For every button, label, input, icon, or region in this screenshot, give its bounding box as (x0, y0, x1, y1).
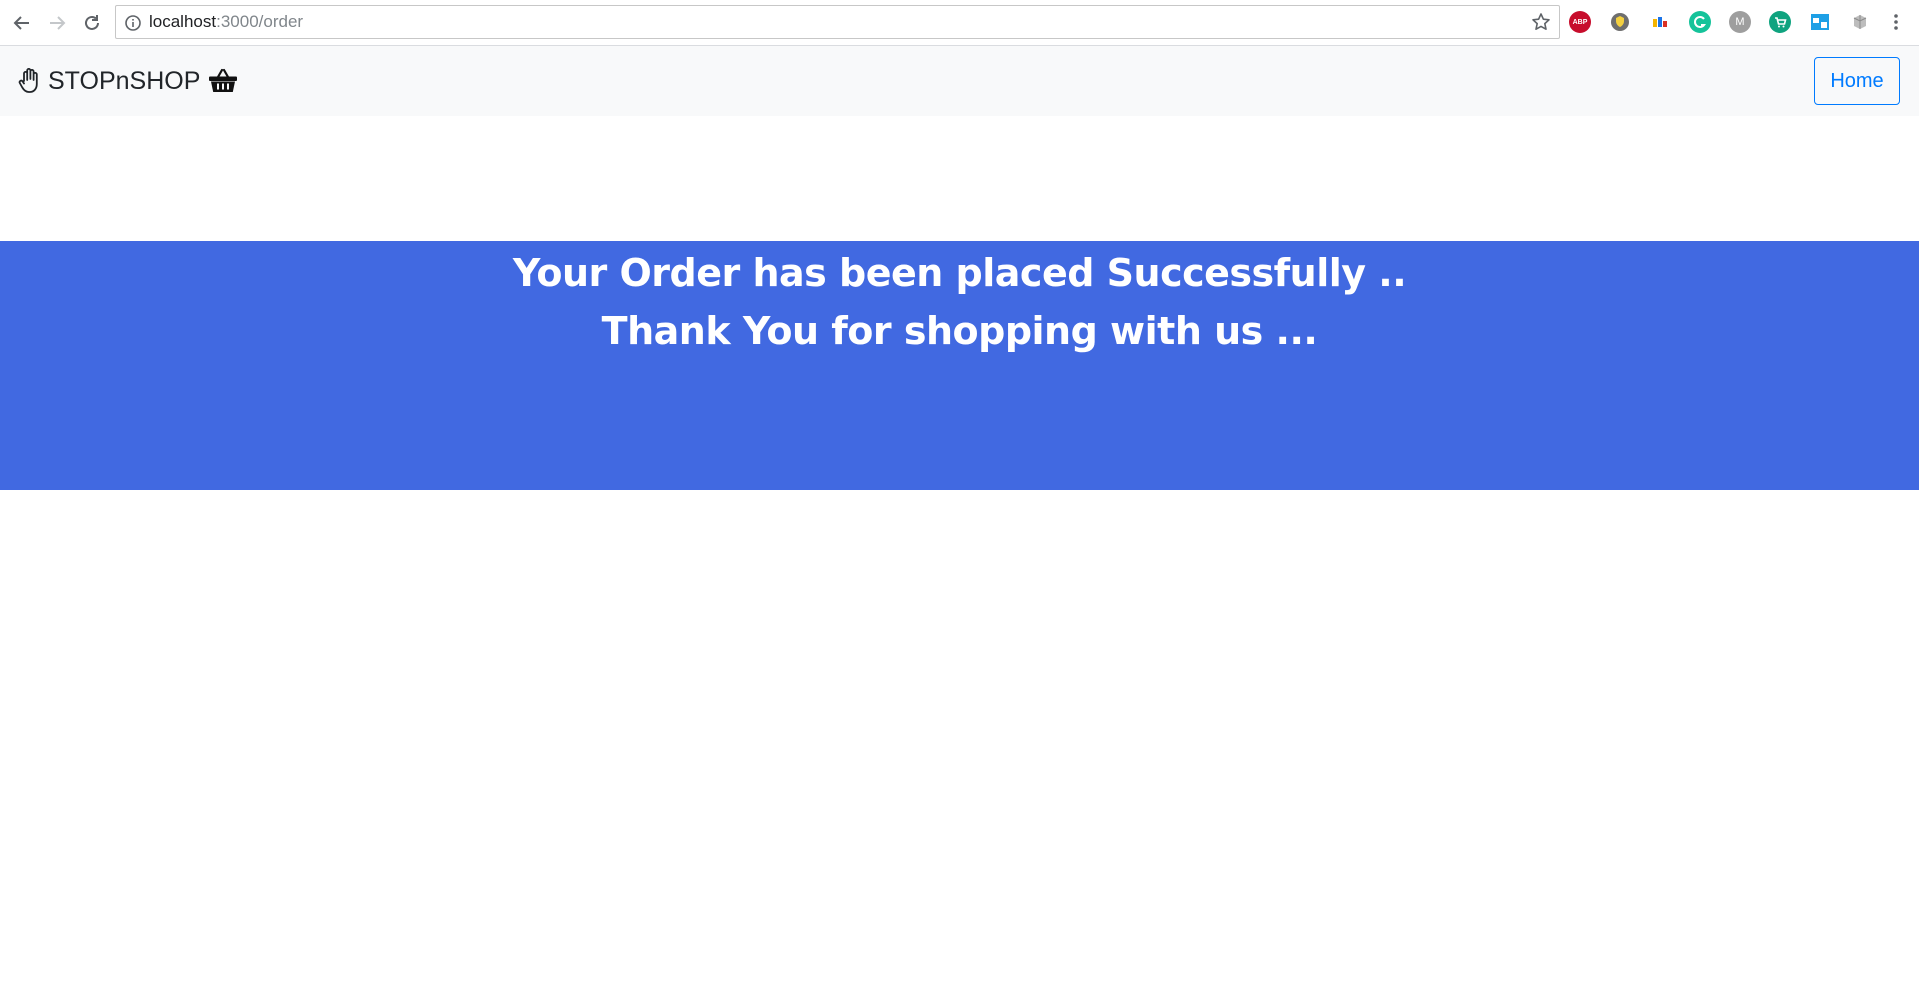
url-text: localhost:3000/order (149, 6, 303, 38)
forward-arrow-icon[interactable] (42, 8, 72, 38)
adblock-plus-icon[interactable]: ABP (1569, 11, 1591, 33)
order-success-banner: Your Order has been placed Successfully … (0, 241, 1919, 490)
kebab-menu-icon[interactable] (1885, 11, 1907, 33)
brand-link[interactable]: STOPnSHOP (18, 46, 238, 116)
url-path: :3000/order (216, 12, 304, 31)
back-arrow-icon[interactable] (7, 8, 37, 38)
bookmark-star-icon[interactable] (1531, 12, 1551, 32)
shopping-basket-icon (208, 68, 238, 94)
home-button[interactable]: Home (1814, 57, 1900, 105)
m-extension-icon[interactable]: M (1729, 11, 1751, 33)
browser-toolbar: localhost:3000/order ABP M (0, 0, 1919, 46)
thank-you-message: Thank You for shopping with us ... (601, 309, 1318, 353)
url-host: localhost (149, 12, 217, 31)
hand-icon (18, 67, 42, 95)
info-icon[interactable] (124, 14, 142, 32)
color-extension-icon[interactable] (1649, 11, 1671, 33)
puzzle-extension-icon[interactable] (1849, 11, 1871, 33)
grammarly-icon[interactable] (1689, 11, 1711, 33)
address-bar[interactable]: localhost:3000/order (115, 5, 1560, 39)
window-extension-icon[interactable] (1809, 11, 1831, 33)
reload-icon[interactable] (77, 8, 107, 38)
cart-extension-icon[interactable] (1769, 11, 1791, 33)
navbar: STOPnSHOP Home (0, 46, 1919, 116)
brand-name: STOPnSHOP (48, 66, 201, 95)
shield-extension-icon[interactable] (1609, 11, 1631, 33)
order-success-message: Your Order has been placed Successfully … (512, 251, 1407, 295)
